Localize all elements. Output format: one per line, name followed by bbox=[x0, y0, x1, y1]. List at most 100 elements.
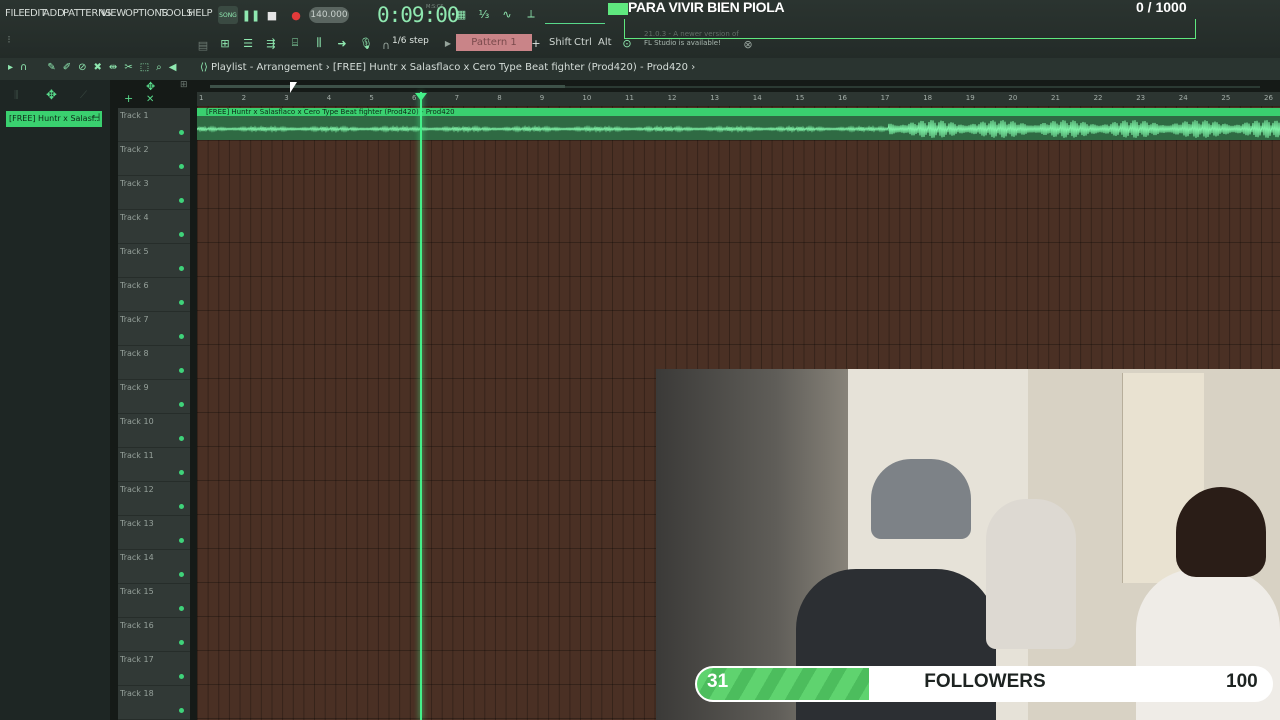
add-pattern-icon[interactable]: + bbox=[531, 36, 541, 50]
playhead[interactable] bbox=[420, 92, 422, 720]
ruler-tick: 10 bbox=[582, 94, 592, 102]
track-mute-led[interactable] bbox=[179, 606, 184, 611]
track-mute-led[interactable] bbox=[179, 470, 184, 475]
select-icon[interactable]: ⬚ bbox=[140, 62, 149, 73]
tempo-display[interactable]: 140.000 bbox=[309, 7, 349, 23]
playlist-view-icon[interactable]: ⊞ bbox=[217, 34, 233, 52]
snap-step-select[interactable]: 1/6 step bbox=[392, 36, 429, 46]
arrow-right-icon[interactable]: ➜ bbox=[334, 34, 350, 52]
track-mute-led[interactable] bbox=[179, 504, 184, 509]
add-track-icon[interactable]: + bbox=[124, 92, 133, 105]
slip-icon[interactable]: ⇹ bbox=[109, 62, 117, 73]
track-header[interactable]: Track 12 bbox=[118, 482, 190, 516]
draw-icon[interactable]: ✎ bbox=[47, 62, 55, 73]
track-mute-led[interactable] bbox=[179, 674, 184, 679]
song-mode-toggle[interactable]: SONG bbox=[218, 6, 238, 24]
stop-button[interactable]: ■ bbox=[264, 6, 280, 24]
pattern-selector[interactable]: Pattern 1 bbox=[456, 34, 532, 51]
grid-icon[interactable]: ▤ bbox=[196, 38, 210, 52]
track-header[interactable]: Track 2 bbox=[118, 142, 190, 176]
menu-item-help[interactable]: HELP bbox=[188, 8, 213, 19]
alt-key[interactable]: Alt bbox=[594, 34, 616, 51]
followers-label: FOLLOWERS bbox=[924, 671, 1046, 692]
track-header[interactable]: Track 16 bbox=[118, 618, 190, 652]
menu-item-file[interactable]: FILE bbox=[5, 8, 25, 19]
browser-icon[interactable]: ⌸ bbox=[287, 34, 303, 52]
timeline-ruler[interactable]: 1 2 3 4 5 6 7 8 9 10 11 12 13 14 15 16 17 18 19 20 21 22 23 24 2… bbox=[197, 92, 1280, 106]
notification-close-icon[interactable]: ⊗ bbox=[742, 38, 754, 51]
track-mute-led[interactable] bbox=[179, 368, 184, 373]
project-name: [FREE] Huntr x Salasflaco x Cero Type Be… bbox=[332, 62, 689, 73]
playhead-marker-icon[interactable] bbox=[415, 93, 427, 101]
ruler-tick: 18 bbox=[923, 94, 933, 102]
delete-icon[interactable]: ⊘ bbox=[78, 62, 86, 73]
track-header[interactable]: Track 13 bbox=[118, 516, 190, 550]
picker-tools-icon[interactable]: ✥ bbox=[46, 88, 57, 103]
mute-icon[interactable]: ✖ bbox=[94, 62, 102, 73]
track-header[interactable]: Track 7 bbox=[118, 312, 190, 346]
track-name: Track 3 bbox=[120, 179, 149, 188]
play-pattern-icon[interactable]: ▶ bbox=[443, 36, 453, 50]
track-header[interactable]: Track 14 bbox=[118, 550, 190, 584]
zoom-icon[interactable]: ⌕ bbox=[156, 62, 162, 73]
track-mute-led[interactable] bbox=[179, 334, 184, 339]
track-mute-led[interactable] bbox=[179, 572, 184, 577]
track-mute-led[interactable] bbox=[179, 232, 184, 237]
picker-pencil-icon[interactable]: ⟋ bbox=[80, 90, 87, 101]
menu-item-add[interactable]: ADD bbox=[43, 8, 65, 19]
track-header[interactable]: Track 11 bbox=[118, 448, 190, 482]
magnet-icon[interactable]: ∩ bbox=[380, 38, 392, 52]
track-mute-led[interactable] bbox=[179, 266, 184, 271]
remove-track-icon[interactable]: ✕ bbox=[146, 94, 154, 105]
track-mute-led[interactable] bbox=[179, 708, 184, 713]
cap bbox=[871, 459, 971, 539]
piano-icon[interactable]: ▦ bbox=[452, 6, 470, 22]
menu-arrow-icon[interactable]: ▸ bbox=[8, 62, 13, 73]
track-mute-led[interactable] bbox=[179, 538, 184, 543]
track-header[interactable]: Track 1 bbox=[118, 108, 190, 142]
scrollbar-thumb[interactable] bbox=[210, 85, 565, 88]
track-mute-led[interactable] bbox=[179, 130, 184, 135]
cpu-meter bbox=[545, 6, 605, 24]
track-header[interactable]: Track 8 bbox=[118, 346, 190, 380]
track-header[interactable]: Track 10 bbox=[118, 414, 190, 448]
track-mute-led[interactable] bbox=[179, 640, 184, 645]
track-header[interactable]: Track 4 bbox=[118, 210, 190, 244]
ctrl-key[interactable]: Ctrl bbox=[570, 34, 596, 51]
ruler-tick: 26 bbox=[1264, 94, 1273, 102]
tracks-tool-icon[interactable]: ✥ bbox=[146, 80, 155, 93]
track-mute-led[interactable] bbox=[179, 198, 184, 203]
paint-icon[interactable]: ✐ bbox=[63, 62, 71, 73]
track-header[interactable]: Track 3 bbox=[118, 176, 190, 210]
ruler-tick: 3 bbox=[284, 94, 289, 102]
track-mute-led[interactable] bbox=[179, 164, 184, 169]
record-button[interactable]: ● bbox=[288, 6, 304, 24]
menu-item-view[interactable]: VIEW bbox=[101, 8, 126, 19]
ruler-tick: 13 bbox=[710, 94, 720, 102]
track-header[interactable]: Track 5 bbox=[118, 244, 190, 278]
mixer-icon[interactable]: ⫼ bbox=[311, 34, 327, 52]
picker-all-icon[interactable]: ⫼ bbox=[14, 90, 26, 102]
wave-icon[interactable]: ∿ bbox=[498, 6, 516, 22]
track-header[interactable]: Track 9 bbox=[118, 380, 190, 414]
track-mute-led[interactable] bbox=[179, 402, 184, 407]
track-header[interactable]: Track 6 bbox=[118, 278, 190, 312]
track-header[interactable]: Track 17 bbox=[118, 652, 190, 686]
slice-icon[interactable]: ✂ bbox=[124, 62, 132, 73]
track-header[interactable]: Track 18 bbox=[118, 686, 190, 720]
track-header[interactable]: Track 15 bbox=[118, 584, 190, 618]
track-mute-led[interactable] bbox=[179, 300, 184, 305]
track-mute-led[interactable] bbox=[179, 436, 184, 441]
lock-icon[interactable]: ⊞ bbox=[180, 80, 192, 92]
playlist-arrows-icon[interactable]: ⟨⟩ bbox=[200, 62, 211, 73]
piano-roll-icon[interactable]: ⇶ bbox=[263, 34, 279, 52]
pause-button[interactable]: ❚❚ bbox=[242, 6, 260, 24]
playback-icon[interactable]: ◀ bbox=[169, 62, 177, 73]
metronome-icon[interactable]: ⟂ bbox=[522, 6, 540, 22]
magnet-snap-icon[interactable]: ∩ bbox=[20, 62, 27, 73]
microphone-icon[interactable]: 🎙 bbox=[358, 34, 374, 52]
step-icon[interactable]: ⅓ bbox=[475, 6, 493, 22]
channel-rack-icon[interactable]: ☰ bbox=[240, 34, 256, 52]
picker-audio-clip[interactable]: [FREE] Huntr x Salasf.. bbox=[6, 111, 102, 127]
ruler-tick: 11 bbox=[625, 94, 634, 102]
